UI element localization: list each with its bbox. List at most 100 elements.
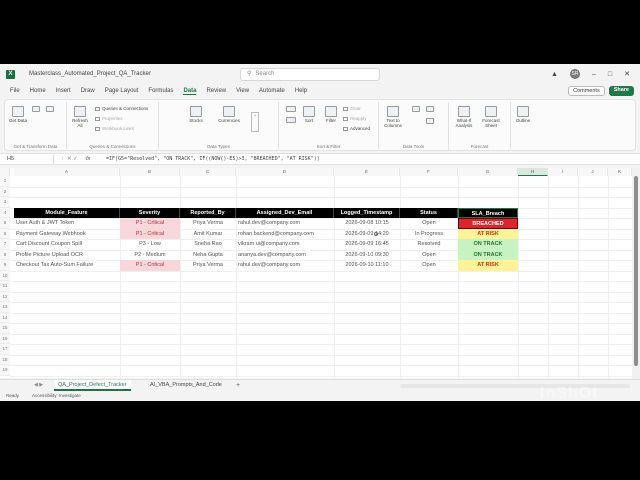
row-header[interactable]: 2 bbox=[0, 186, 10, 197]
from-text-button[interactable] bbox=[31, 106, 41, 113]
data-validation-button[interactable] bbox=[425, 118, 435, 125]
formula-input[interactable]: =IF(G5="Resolved", "ON TRACK", IF((NOW()… bbox=[106, 155, 320, 164]
column-header-a[interactable]: A bbox=[14, 168, 120, 176]
formula-controls-icon[interactable]: ⋮ ✕ ✓ bbox=[60, 155, 78, 164]
column-header-i[interactable]: I bbox=[548, 168, 578, 176]
row-header[interactable]: 14 bbox=[0, 312, 10, 323]
column-header-h[interactable]: H bbox=[518, 168, 548, 176]
comments-button[interactable]: Comments bbox=[568, 86, 605, 96]
status-cell[interactable]: Resolved bbox=[400, 239, 458, 250]
timestamp-cell[interactable]: 2026-09-08 10:15 bbox=[334, 218, 400, 229]
table-header-cell[interactable]: Reported_By bbox=[180, 207, 236, 218]
row-header[interactable]: 6 bbox=[0, 228, 10, 239]
properties-button[interactable]: Properties bbox=[95, 116, 123, 121]
tab-help[interactable]: Help bbox=[295, 88, 307, 94]
column-header-k[interactable]: K bbox=[608, 168, 632, 176]
timestamp-cell[interactable]: 2026-09-10 09:30 bbox=[334, 250, 400, 261]
sort-button[interactable]: Sort bbox=[301, 106, 317, 123]
queries-connections-button[interactable]: Queries & Connections bbox=[95, 106, 148, 111]
severity-cell[interactable]: P1 - Critical bbox=[120, 260, 180, 271]
column-header-b[interactable]: B bbox=[120, 168, 180, 176]
row-header[interactable]: 9 bbox=[0, 260, 10, 271]
reporter-cell[interactable]: Priya Verma bbox=[180, 218, 236, 229]
table-header-cell[interactable]: Module_Feature bbox=[14, 207, 120, 218]
tab-formulas[interactable]: Formulas bbox=[148, 88, 173, 94]
table-header-cell[interactable]: Status bbox=[400, 207, 458, 218]
row-header[interactable]: 3 bbox=[0, 197, 10, 208]
table-header-cell[interactable]: Assigned_Dev_Email bbox=[236, 207, 334, 218]
table-header-cell[interactable]: SLA_Breach bbox=[458, 207, 518, 218]
search-input[interactable]: ⚲ Search bbox=[240, 68, 380, 81]
reporter-cell[interactable]: Neha Gupta bbox=[180, 250, 236, 261]
row-header[interactable]: 7 bbox=[0, 239, 10, 250]
timestamp-cell[interactable]: 2026-09-09 14:20 bbox=[334, 229, 400, 240]
stocks-button[interactable]: Stocks bbox=[185, 106, 207, 123]
data-types-gallery-arrow[interactable]: › bbox=[251, 112, 259, 132]
email-cell[interactable]: ananya.dev@company.com bbox=[236, 250, 334, 261]
email-cell[interactable]: rahul.dev@company.com bbox=[236, 218, 334, 229]
tab-home[interactable]: Home bbox=[30, 88, 46, 94]
row-header[interactable]: 19 bbox=[0, 365, 10, 376]
status-cell[interactable]: In Progress bbox=[400, 229, 458, 240]
select-all-corner[interactable] bbox=[0, 168, 10, 176]
severity-cell[interactable]: P1 - Critical bbox=[120, 218, 180, 229]
sla-cell[interactable]: BREACHED bbox=[458, 218, 518, 229]
sheet-tab-vba-prompts[interactable]: AI_VBA_Prompts_And_Code bbox=[146, 380, 226, 391]
column-header-e[interactable]: E bbox=[334, 168, 400, 176]
severity-cell[interactable]: P2 - Medium bbox=[120, 250, 180, 261]
tab-review[interactable]: Review bbox=[206, 88, 226, 94]
close-icon[interactable]: ✕ bbox=[624, 70, 630, 78]
row-header[interactable]: 11 bbox=[0, 281, 10, 292]
tab-automate[interactable]: Automate bbox=[259, 88, 285, 94]
email-cell[interactable]: vikram.ui@company.com bbox=[236, 239, 334, 250]
scrollbar-thumb[interactable] bbox=[634, 176, 638, 366]
reporter-cell[interactable]: Amit Kumar bbox=[180, 229, 236, 240]
add-sheet-icon[interactable]: + bbox=[236, 380, 240, 391]
remove-duplicates-button[interactable] bbox=[425, 106, 435, 113]
timestamp-cell[interactable]: 2026-09-09 16:45 bbox=[334, 239, 400, 250]
accessibility-status[interactable]: Accessibility: Investigate bbox=[32, 393, 81, 398]
sheet-nav-arrows-icon[interactable]: ◀ ▶ bbox=[34, 382, 43, 388]
module-cell[interactable]: Payment Gateway Webhook bbox=[14, 229, 120, 240]
row-header[interactable]: 10 bbox=[0, 270, 10, 281]
name-box[interactable]: H5 bbox=[4, 155, 54, 164]
tab-file[interactable]: File bbox=[10, 88, 20, 94]
fx-icon[interactable]: fx bbox=[86, 155, 90, 164]
status-cell[interactable]: Open bbox=[400, 250, 458, 261]
clear-button[interactable]: Clear bbox=[343, 106, 361, 111]
sort-az-button[interactable] bbox=[283, 106, 299, 113]
module-cell[interactable]: Cart Discount Coupon Spill bbox=[14, 239, 120, 250]
row-header[interactable]: 15 bbox=[0, 323, 10, 334]
text-to-columns-button[interactable]: Text to Columns bbox=[381, 106, 405, 128]
timestamp-cell[interactable]: 2026-09-10 11:10 bbox=[334, 260, 400, 271]
sort-za-button[interactable] bbox=[283, 117, 299, 124]
workbook-links-button[interactable]: Workbook Links bbox=[95, 126, 134, 131]
column-header-j[interactable]: J bbox=[578, 168, 608, 176]
forecast-sheet-button[interactable]: Forecast Sheet bbox=[479, 106, 503, 128]
severity-cell[interactable]: P3 - Low bbox=[120, 239, 180, 250]
vertical-scrollbar[interactable] bbox=[632, 168, 640, 378]
refresh-all-button[interactable]: Refresh All bbox=[71, 106, 89, 128]
row-header[interactable]: 8 bbox=[0, 249, 10, 260]
module-cell[interactable]: Checkout Tax Auto-Sum Failure bbox=[14, 260, 120, 271]
email-cell[interactable]: rahul.dev@company.com bbox=[236, 260, 334, 271]
reporter-cell[interactable]: Sneha Rao bbox=[180, 239, 236, 250]
tab-view[interactable]: View bbox=[236, 88, 249, 94]
module-cell[interactable]: Profile Picture Upload OCR bbox=[14, 250, 120, 261]
severity-cell[interactable]: P1 - Critical bbox=[120, 228, 180, 239]
status-cell[interactable]: Open bbox=[400, 260, 458, 271]
worksheet-grid[interactable]: A B C D E F G H I J K 1 2 3 4 5 6 7 8 9 10 11 12 13 14 15 16 17 18 19… bbox=[0, 168, 633, 378]
table-header-cell[interactable]: Logged_Timestamp bbox=[334, 207, 400, 218]
sheet-tab-qa-tracker[interactable]: QA_Project_Defect_Tracker bbox=[54, 380, 131, 391]
table-header-cell[interactable]: Severity bbox=[120, 207, 180, 218]
row-header[interactable]: 18 bbox=[0, 354, 10, 365]
filter-button[interactable]: Filter bbox=[323, 106, 339, 123]
share-button[interactable]: Share bbox=[608, 86, 634, 96]
sla-cell[interactable]: AT RISK bbox=[458, 228, 518, 239]
row-header[interactable]: 1 bbox=[0, 176, 10, 187]
tab-insert[interactable]: Insert bbox=[56, 88, 71, 94]
reapply-button[interactable]: Reapply bbox=[343, 116, 367, 121]
row-header[interactable]: 17 bbox=[0, 344, 10, 355]
currencies-button[interactable]: Currencies bbox=[215, 106, 243, 123]
copilot-icon[interactable]: ▲ bbox=[551, 71, 558, 78]
